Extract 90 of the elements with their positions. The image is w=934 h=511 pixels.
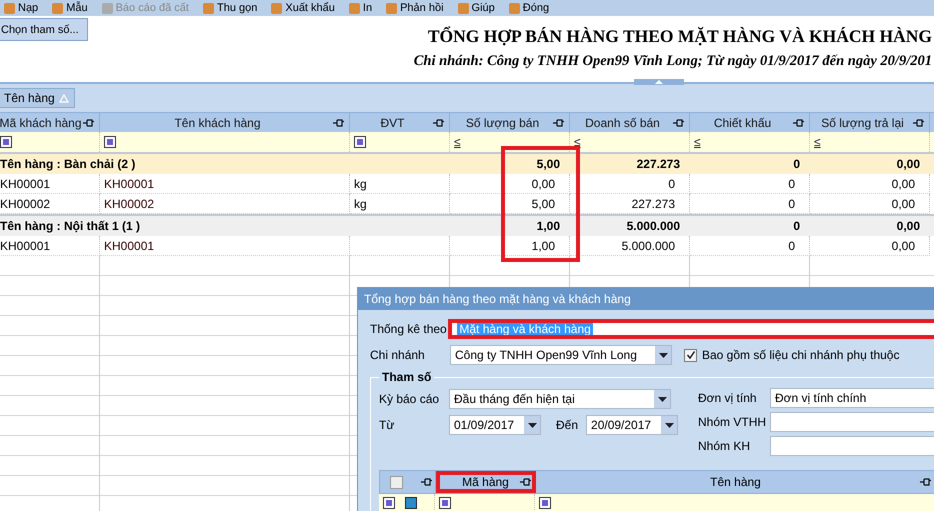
filter-square-icon[interactable] xyxy=(0,136,12,148)
total-cell: 0,00 xyxy=(896,219,920,233)
report-subtitle: Chi nhánh: Công ty TNHH Open99 Vĩnh Long; Từ ngày 01/9/2017 đến ngày 20/9/201 xyxy=(412,53,932,70)
period-dropdown[interactable]: Đầu tháng đến hiện tại xyxy=(449,389,671,409)
filter-square-icon[interactable] xyxy=(439,497,451,509)
dropdown-button[interactable] xyxy=(655,346,671,364)
field-label: Nhóm VTHH xyxy=(698,415,768,429)
table-cell: KH00001 xyxy=(0,174,100,194)
toolbar-button[interactable]: Phản hồi xyxy=(386,2,444,14)
filter-square-icon[interactable] xyxy=(104,136,116,148)
filter-operator[interactable]: ≤ xyxy=(814,135,821,149)
total-cell: 0 xyxy=(793,157,800,171)
include-branches-checkbox[interactable] xyxy=(684,348,697,362)
branch-dropdown[interactable]: Công ty TNHH Open99 Vĩnh Long xyxy=(450,345,672,365)
choose-parameters-button[interactable]: Chọn tham số... xyxy=(0,18,88,41)
caret-icon xyxy=(664,422,674,428)
group-title: Tham số xyxy=(381,370,432,384)
pin-icon[interactable] xyxy=(333,119,344,127)
dropdown-button[interactable] xyxy=(661,416,678,434)
pin-icon[interactable] xyxy=(520,478,531,486)
pin-icon[interactable] xyxy=(793,119,804,127)
group-label: Tên hàng : Nội thất 1 (1 ) xyxy=(0,219,140,233)
pin-icon[interactable] xyxy=(421,478,432,486)
field-label: Nhóm KH xyxy=(698,439,752,453)
table-cell: KH00001 xyxy=(100,174,350,194)
filter-cell[interactable]: ≤ xyxy=(810,132,930,152)
from-date-field[interactable]: 01/09/2017 xyxy=(449,415,541,435)
column-header[interactable]: Mã hàng xyxy=(436,471,536,493)
table-cell: 0,00 xyxy=(450,174,570,194)
table-cell: 0 xyxy=(690,174,810,194)
pin-icon[interactable] xyxy=(920,478,931,486)
group-label: Tên hàng : Bàn chải (2 ) xyxy=(0,157,136,171)
pin-icon[interactable] xyxy=(673,119,684,127)
filter-cell[interactable]: ≤ xyxy=(450,132,570,152)
toolbar-button[interactable]: Xuất khẩu xyxy=(271,2,335,14)
filter-square-icon[interactable] xyxy=(383,497,395,509)
toolbar-button[interactable]: Giúp xyxy=(458,2,495,14)
checkbox-label[interactable]: Bao gồm số liệu chi nhánh phụ thuộc xyxy=(702,348,900,362)
toolbar-button[interactable]: Nạp xyxy=(4,2,38,14)
total-cell: 0 xyxy=(793,219,800,233)
field-label: Chi nhánh xyxy=(370,348,426,362)
filter-operator[interactable]: ≤ xyxy=(694,135,701,149)
filter-square-icon[interactable] xyxy=(354,136,366,148)
dialog-title: Tổng hợp bán hàng theo mặt hàng và khách hàng xyxy=(358,288,934,310)
dropdown-button[interactable] xyxy=(654,390,670,408)
collapse-handle[interactable] xyxy=(634,79,684,85)
customer-group-field[interactable] xyxy=(770,436,934,456)
table-cell: kg xyxy=(350,174,450,194)
sort-triangle-icon xyxy=(58,94,69,102)
filter-cell[interactable]: ≤ xyxy=(570,132,690,152)
toolbar-button[interactable]: Thu gọn xyxy=(202,2,258,14)
group-row[interactable]: Tên hàng : Nội thất 1 (1 ) 1,00 5.000.000 0 0,00 xyxy=(0,214,934,236)
field-label: Kỳ báo cáo xyxy=(379,392,440,406)
toolbar-button[interactable]: Mẫu xyxy=(52,2,88,14)
total-cell: 227.273 xyxy=(636,157,680,171)
group-row[interactable]: Tên hàng : Bàn chải (2 ) 5,00 227.273 0 0,00 xyxy=(0,154,934,174)
field-label: Từ xyxy=(379,418,396,432)
pin-icon[interactable] xyxy=(433,119,444,127)
caret-icon xyxy=(658,396,666,402)
group-by-chip[interactable]: Tên hàng xyxy=(0,88,75,108)
table-cell: 0,00 xyxy=(810,174,930,194)
select-all-checkbox[interactable] xyxy=(390,476,403,488)
item-group-field[interactable] xyxy=(770,412,934,432)
report-title: TỔNG HỢP BÁN HÀNG THEO MẶT HÀNG VÀ KHÁCH HÀNG xyxy=(426,26,932,47)
pin-icon[interactable] xyxy=(83,119,94,127)
up-arrow-icon xyxy=(655,80,663,84)
filter-operator[interactable]: ≤ xyxy=(454,135,461,149)
field-label: Đơn vị tính xyxy=(698,391,758,405)
filter-operator[interactable]: ≤ xyxy=(574,135,581,149)
total-cell: 5,00 xyxy=(536,157,560,171)
to-date-field[interactable]: 20/09/2017 xyxy=(586,415,678,435)
filter-cell[interactable] xyxy=(0,132,100,152)
caret-icon xyxy=(658,352,668,358)
pin-icon[interactable] xyxy=(913,119,924,127)
toolbar-button[interactable]: In xyxy=(348,2,372,14)
dropdown-button[interactable] xyxy=(524,416,540,434)
caret-icon xyxy=(528,422,536,428)
filter-square-icon[interactable] xyxy=(539,497,551,509)
total-cell: 1,00 xyxy=(536,219,560,233)
filter-cell[interactable]: ≤ xyxy=(690,132,810,152)
toolbar-button[interactable]: Đóng xyxy=(508,2,550,14)
table-cell: 0 xyxy=(570,174,690,194)
field-label: Đến xyxy=(556,418,578,432)
pin-icon[interactable] xyxy=(553,119,564,127)
total-cell: 5.000.000 xyxy=(626,219,680,233)
color-square-icon xyxy=(405,497,417,509)
field-label: Thống kê theo xyxy=(370,322,448,336)
total-cell: 0,00 xyxy=(896,157,920,171)
column-header[interactable]: Tên hàng xyxy=(536,471,934,493)
unit-field[interactable]: Đơn vị tính chính xyxy=(770,388,934,408)
